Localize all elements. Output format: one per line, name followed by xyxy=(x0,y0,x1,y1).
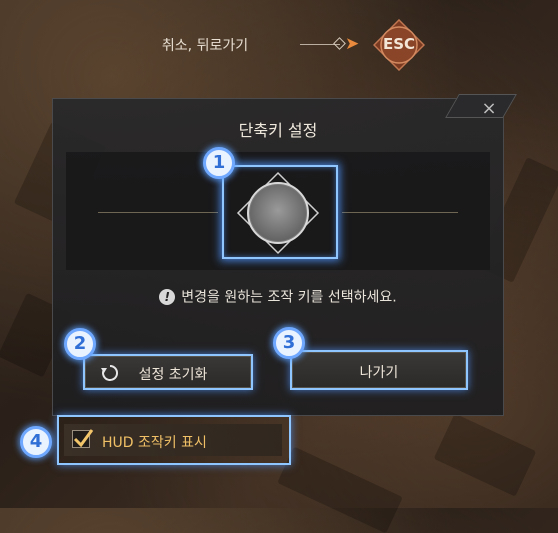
callout-badge-1: 1 xyxy=(203,147,235,179)
back-hint: 취소, 뒤로가기 ➤ ESC xyxy=(0,0,558,88)
instruction-text: 변경을 원하는 조작 키를 선택하세요. xyxy=(181,289,397,306)
info-icon: ! xyxy=(159,288,176,305)
joystick-button[interactable] xyxy=(235,170,321,256)
callout-badge-2: 2 xyxy=(64,328,96,360)
arrow-right-icon: ➤ xyxy=(345,34,360,54)
guide-line-right xyxy=(342,212,458,213)
hud-checkbox[interactable] xyxy=(72,429,94,448)
reset-settings-label: 설정 초기화 xyxy=(138,367,208,383)
reset-settings-button[interactable]: 설정 초기화 xyxy=(83,354,253,390)
checkmark-icon xyxy=(73,429,94,448)
esc-key-label: ESC xyxy=(382,35,416,53)
hud-checkbox-label: HUD 조작키 표시 xyxy=(102,435,207,451)
dialog-title: 단축키 설정 xyxy=(238,121,318,140)
callout-badge-3: 3 xyxy=(273,327,305,359)
exit-label: 나가기 xyxy=(359,365,399,381)
guide-line-left xyxy=(98,212,218,213)
esc-key-button[interactable]: ESC xyxy=(372,18,426,72)
exit-button[interactable]: 나가기 xyxy=(290,350,468,390)
joystick-icon xyxy=(236,171,320,255)
back-hint-label: 취소, 뒤로가기 xyxy=(161,38,249,54)
hint-diamond-icon xyxy=(333,37,346,50)
close-icon[interactable]: × xyxy=(478,99,500,119)
instruction-message: ! 변경을 원하는 조작 키를 선택하세요. xyxy=(52,286,504,307)
callout-badge-4: 4 xyxy=(20,426,52,458)
